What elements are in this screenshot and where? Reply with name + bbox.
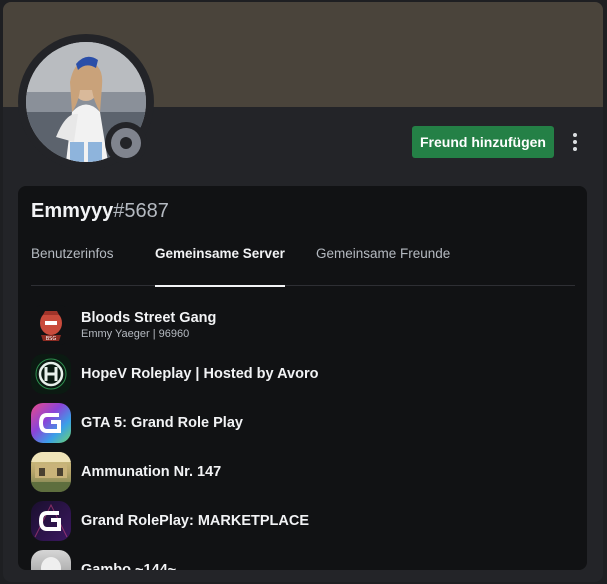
gambo-icon [31, 549, 71, 570]
tab-user-info[interactable]: Benutzerinfos [31, 244, 114, 286]
grand-rp-logo-icon [31, 402, 71, 443]
server-name: Bloods Street Gang [81, 309, 217, 326]
server-item-bloods-street-gang[interactable]: BSG Bloods Street Gang Emmy Yaeger | 969… [31, 300, 575, 349]
svg-text:BSG: BSG [46, 336, 57, 342]
hopev-logo-icon [31, 353, 71, 394]
server-item-gambo[interactable]: Gambo ~144~ [31, 545, 575, 570]
ellipsis-dot [573, 140, 577, 144]
mutual-server-list: BSG Bloods Street Gang Emmy Yaeger | 969… [31, 300, 575, 570]
server-nickname: Emmy Yaeger | 96960 [81, 327, 190, 340]
username-name: Emmyyy [31, 200, 114, 222]
tab-mutual-friends[interactable]: Gemeinsame Freunde [316, 244, 450, 286]
profile-tabs: Benutzerinfos Gemeinsame Server Gemeinsa… [31, 244, 575, 287]
server-item-hopev-roleplay[interactable]: HopeV Roleplay | Hosted by Avoro [31, 349, 575, 398]
username-discriminator: #5687 [113, 200, 169, 222]
bloods-gang-icon: BSG [31, 304, 71, 345]
grand-rp-marketplace-icon [31, 500, 71, 541]
server-name: HopeV Roleplay | Hosted by Avoro [81, 365, 319, 382]
ellipsis-dot [573, 133, 577, 137]
status-dot-center [120, 137, 132, 149]
profile-details-panel: Emmyyy#5687 Benutzerinfos Gemeinsame Ser… [18, 186, 587, 570]
server-name: Ammunation Nr. 147 [81, 463, 222, 480]
vertical-ellipsis-icon[interactable] [565, 130, 585, 154]
user-profile-card: Freund hinzufügen Emmyyy#5687 Benutzerin… [3, 2, 603, 582]
server-name: GTA 5: Grand Role Play [81, 414, 243, 431]
add-friend-button[interactable]: Freund hinzufügen [412, 126, 554, 158]
server-item-grand-roleplay-marketplace[interactable]: Grand RolePlay: MARKETPLACE [31, 496, 575, 545]
server-name: Grand RolePlay: MARKETPLACE [81, 512, 309, 529]
server-name: Gambo ~144~ [81, 561, 177, 571]
ammunation-store-icon [31, 451, 71, 492]
ellipsis-dot [573, 147, 577, 151]
tab-mutual-servers[interactable]: Gemeinsame Server [155, 244, 285, 287]
server-item-ammunation[interactable]: Ammunation Nr. 147 [31, 447, 575, 496]
server-item-gta5-grand-role-play[interactable]: GTA 5: Grand Role Play [31, 398, 575, 447]
username: Emmyyy#5687 [31, 200, 169, 223]
